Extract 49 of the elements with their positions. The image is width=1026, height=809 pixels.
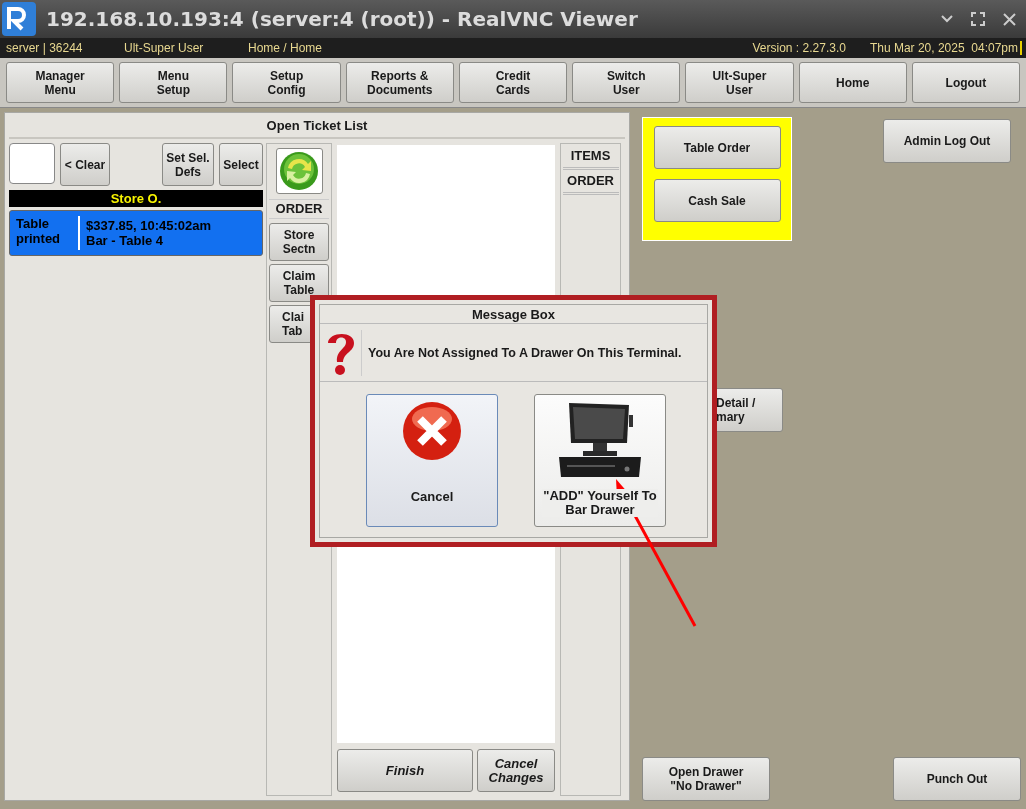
search-field[interactable] [9,143,55,184]
fullscreen-icon[interactable] [971,12,985,26]
close-icon[interactable] [1003,12,1016,26]
admin-logout-button[interactable]: Admin Log Out [883,119,1011,163]
select-button[interactable]: Select [219,143,263,186]
window-title: 192.168.10.193:4 (server:4 (root)) - RealVNC Viewer [46,7,638,31]
toolbar-button[interactable]: Reports & Documents [345,62,454,103]
ticket-location: Bar - Table 4 [86,233,165,248]
set-defaults-button[interactable]: Set Sel. Defs [162,143,214,186]
order-button[interactable]: Store Sectn [269,223,329,261]
toolbar-button[interactable]: Setup Config [232,62,341,103]
ticket-row[interactable]: Table printed $337.85, 10:45:02am Bar - Table 4 [9,210,263,256]
chevron-down-icon[interactable] [941,14,953,24]
question-mark-icon [325,329,362,376]
add-to-drawer-button[interactable]: "ADD" Yourself To Bar Drawer [534,394,666,527]
cancel-button[interactable]: Cancel [366,394,498,527]
breadcrumb: Home / Home [248,41,323,55]
toolbar-button[interactable]: Logout [911,62,1020,103]
date-time: Thu Mar 20, 2025 04:07pm [869,41,1022,55]
cancel-icon [402,401,462,461]
cancel-changes-button[interactable]: Cancel Changes [477,749,555,792]
order-type-button[interactable]: Table Order [653,126,781,169]
column-header: ORDER [269,199,329,219]
column-tab[interactable]: ITEMS [562,145,619,170]
toolbar-button[interactable]: Manager Menu [6,62,115,103]
refresh-button[interactable] [275,148,323,194]
ticket-summary: $337.85, 10:45:02am [86,218,212,233]
section-header: Store O. [9,190,263,207]
user-id: server | 36244 [6,41,84,55]
refresh-icon [279,151,319,191]
version-label: Version : 2.27.3.0 [752,41,846,55]
user-role: Ult-Super User [124,41,205,55]
punch-out-button[interactable]: Punch Out [893,757,1021,801]
toolbar-button[interactable]: Switch User [572,62,681,103]
toolbar-button[interactable]: Ult-Super User [685,62,794,103]
toolbar-button[interactable]: Menu Setup [119,62,228,103]
clear-button[interactable]: < Clear [60,143,110,186]
toolbar-button[interactable]: Home [798,62,907,103]
dialog-title: Message Box [320,305,707,324]
finish-button[interactable]: Finish [337,749,473,792]
column-tab[interactable]: ORDER [562,170,619,195]
order-button[interactable]: Claim Table [269,264,329,302]
dialog-message: You Are Not Assigned To A Drawer On This Terminal. [368,345,682,360]
toolbar-button[interactable]: Credit Cards [458,62,568,103]
panel-title: Open Ticket List [9,113,625,139]
vnc-logo-icon [2,2,36,36]
open-drawer-button[interactable]: Open Drawer "No Drawer" [642,757,770,801]
ticket-status: Table printed [10,216,80,250]
order-type-button[interactable]: Cash Sale [653,179,781,222]
